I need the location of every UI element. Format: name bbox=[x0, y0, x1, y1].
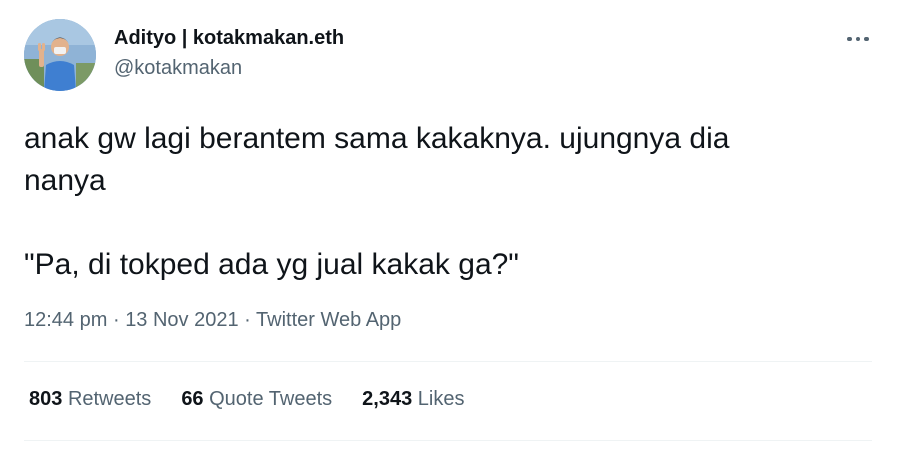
more-options-icon[interactable] bbox=[836, 24, 880, 54]
tweet-text: anak gw lagi berantem sama kakaknya. uju… bbox=[24, 118, 864, 286]
likes-label: Likes bbox=[417, 388, 465, 410]
tweet-text-line: "Pa, di tokped ada yg jual kakak ga?" bbox=[24, 248, 519, 281]
tweet-stats: 803 Retweets 66 Quote Tweets 2,343 Likes bbox=[29, 388, 495, 411]
divider bbox=[24, 361, 872, 362]
dot bbox=[855, 36, 861, 42]
tweet-card: Adityo | kotakmakan.eth @kotakmakan anak… bbox=[0, 0, 898, 450]
meta-separator: · bbox=[112, 309, 120, 331]
tweet-time[interactable]: 12:44 pm bbox=[24, 309, 107, 331]
retweets-label: Retweets bbox=[67, 388, 152, 410]
quote-tweets-count: 66 bbox=[181, 388, 204, 410]
tweet-text-line: nanya bbox=[24, 164, 106, 197]
author-handle[interactable]: @kotakmakan bbox=[114, 57, 242, 80]
author-display-name[interactable]: Adityo | kotakmakan.eth bbox=[114, 27, 344, 50]
retweets-count: 803 bbox=[29, 388, 63, 410]
tweet-source[interactable]: Twitter Web App bbox=[256, 309, 401, 331]
tweet-text-line: anak gw lagi berantem sama kakaknya. uju… bbox=[24, 122, 730, 155]
likes-count: 2,343 bbox=[362, 388, 413, 410]
quote-tweets-stat[interactable]: 66 Quote Tweets bbox=[181, 388, 332, 411]
tweet-date[interactable]: 13 Nov 2021 bbox=[125, 309, 238, 331]
dot bbox=[847, 36, 852, 42]
tweet-meta: 12:44 pm · 13 Nov 2021 · Twitter Web App bbox=[24, 309, 401, 332]
divider bbox=[24, 440, 872, 441]
meta-separator: · bbox=[244, 309, 251, 331]
likes-stat[interactable]: 2,343 Likes bbox=[362, 388, 464, 411]
retweets-stat[interactable]: 803 Retweets bbox=[29, 388, 151, 411]
quote-tweets-label: Quote Tweets bbox=[209, 388, 333, 410]
avatar[interactable] bbox=[24, 19, 96, 91]
dot bbox=[864, 36, 869, 42]
